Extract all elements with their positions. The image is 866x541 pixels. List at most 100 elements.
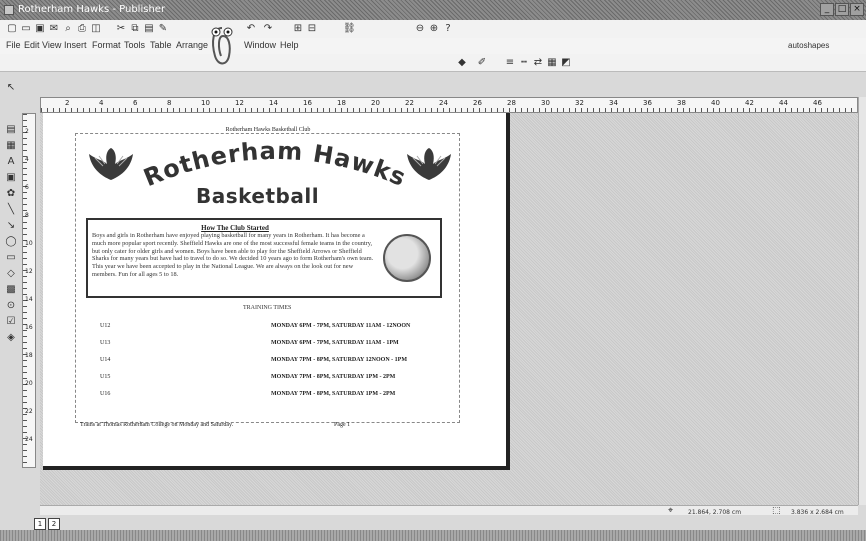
training-group: U12 bbox=[100, 323, 111, 329]
horizontal-ruler[interactable]: 2 4 6 8 10 12 14 16 18 20 22 24 26 28 30… bbox=[40, 97, 858, 113]
ruler-mark: 4 bbox=[25, 156, 29, 163]
page-tab-1[interactable]: 1 bbox=[34, 518, 46, 530]
ruler-mark: 2 bbox=[65, 99, 70, 107]
table-frame-icon[interactable]: ▦ bbox=[5, 140, 17, 152]
ruler-mark: 30 bbox=[541, 99, 550, 107]
standard-toolbar: ▢ ▭ ▣ ✉ ⌕ ⎙ ◫ ✂ ⧉ ▤ ✎ ↶ ↷ ⊞ ⊟ ⛓ ⊖ ⊕ ? bbox=[0, 20, 866, 38]
position-icon: ⌖ bbox=[668, 506, 674, 516]
pointer-icon[interactable]: ↖ bbox=[5, 82, 17, 94]
help-search-field[interactable]: autoshapes bbox=[788, 41, 858, 53]
training-row[interactable]: U12 MONDAY 6PM - 7PM, SATURDAY 11AM - 12… bbox=[100, 323, 430, 332]
fill-color-icon[interactable]: ◆ bbox=[456, 57, 468, 69]
ruler-mark: 26 bbox=[473, 99, 482, 107]
maximize-button[interactable]: □ bbox=[835, 3, 849, 16]
ruler-mark: 28 bbox=[507, 99, 516, 107]
menu-insert[interactable]: Insert bbox=[64, 40, 87, 50]
shadow-icon[interactable]: ▦ bbox=[546, 57, 558, 69]
search-icon[interactable]: ⌕ bbox=[62, 23, 74, 35]
ruler-mark: 12 bbox=[25, 268, 33, 275]
hyperlink-icon[interactable]: ⛓ bbox=[343, 23, 356, 35]
formatting-toolbar: ◆ ✐ ≡ ┅ ⇄ ▦ ◩ bbox=[0, 54, 866, 72]
zoom-out-icon[interactable]: ⊖ bbox=[414, 23, 426, 35]
cut-icon[interactable]: ✂ bbox=[115, 23, 127, 35]
hot-spot-icon[interactable]: ⊙ bbox=[5, 300, 17, 312]
footer-text[interactable]: Trains at Thomas Rotherham College on Mo… bbox=[80, 422, 233, 428]
basketball-image[interactable] bbox=[383, 234, 431, 282]
line-style-icon[interactable]: ≡ bbox=[504, 57, 516, 69]
html-fragment-icon[interactable]: ◈ bbox=[5, 332, 17, 344]
arrow-icon[interactable]: ↘ bbox=[5, 220, 17, 232]
print-icon[interactable]: ⎙ bbox=[76, 23, 88, 35]
vertical-ruler[interactable]: 2 4 6 8 10 12 14 16 18 20 22 24 bbox=[22, 113, 36, 468]
training-row[interactable]: U15 MONDAY 7PM - 8PM, SATURDAY 1PM - 2PM bbox=[100, 374, 430, 383]
email-icon[interactable]: ✉ bbox=[48, 23, 60, 35]
bring-front-icon[interactable]: ⊞ bbox=[292, 23, 304, 35]
menu-tools[interactable]: Tools bbox=[124, 40, 145, 50]
menu-file[interactable]: File bbox=[6, 40, 21, 50]
clip-art-icon[interactable]: ✿ bbox=[5, 188, 17, 200]
object-position: 21.864, 2.708 cm bbox=[688, 509, 742, 516]
ruler-mark: 10 bbox=[25, 240, 33, 247]
undo-icon[interactable]: ↶ bbox=[245, 23, 257, 35]
training-row[interactable]: U13 MONDAY 6PM - 7PM, SATURDAY 11AM - 1P… bbox=[100, 340, 430, 349]
menu-view[interactable]: View bbox=[42, 40, 61, 50]
training-time: MONDAY 6PM - 7PM, SATURDAY 11AM - 12NOON bbox=[271, 323, 411, 329]
save-icon[interactable]: ▣ bbox=[34, 23, 46, 35]
training-row[interactable]: U16 MONDAY 7PM - 8PM, SATURDAY 1PM - 2PM bbox=[100, 391, 430, 400]
menu-format[interactable]: Format bbox=[92, 40, 121, 50]
ruler-mark: 34 bbox=[609, 99, 618, 107]
redo-icon[interactable]: ↷ bbox=[262, 23, 274, 35]
open-icon[interactable]: ▭ bbox=[20, 23, 32, 35]
page-tab-2[interactable]: 2 bbox=[48, 518, 60, 530]
menu-bar: File Edit View Insert Format Tools Table… bbox=[0, 38, 866, 54]
help-icon[interactable]: ? bbox=[442, 23, 454, 35]
wordart-title[interactable]: Rotherham Hawks bbox=[125, 140, 425, 190]
vertical-scrollbar[interactable] bbox=[858, 97, 866, 505]
menu-table[interactable]: Table bbox=[150, 40, 172, 50]
training-time: MONDAY 6PM - 7PM, SATURDAY 11AM - 1PM bbox=[271, 340, 399, 346]
ruler-mark: 16 bbox=[303, 99, 312, 107]
minimize-button[interactable]: _ bbox=[820, 3, 834, 16]
menu-window[interactable]: Window bbox=[244, 40, 276, 50]
picture-frame-icon[interactable]: ▣ bbox=[5, 172, 17, 184]
dash-style-icon[interactable]: ┅ bbox=[518, 57, 530, 69]
training-heading[interactable]: TRAINING TIMES bbox=[243, 305, 291, 311]
line-color-icon[interactable]: ✐ bbox=[476, 57, 488, 69]
training-time: MONDAY 7PM - 8PM, SATURDAY 1PM - 2PM bbox=[271, 391, 396, 397]
menu-edit[interactable]: Edit bbox=[24, 40, 40, 50]
hawk-wings-icon[interactable] bbox=[405, 146, 453, 186]
ruler-mark: 22 bbox=[25, 408, 33, 415]
app-icon bbox=[4, 5, 14, 15]
copy-icon[interactable]: ⧉ bbox=[129, 23, 141, 35]
form-control-icon[interactable]: ☑ bbox=[5, 316, 17, 328]
preview-icon[interactable]: ◫ bbox=[90, 23, 102, 35]
ruler-mark: 2 bbox=[25, 128, 29, 135]
new-icon[interactable]: ▢ bbox=[6, 23, 18, 35]
rectangle-icon[interactable]: ▭ bbox=[5, 252, 17, 264]
ruler-mark: 24 bbox=[439, 99, 448, 107]
ruler-mark: 44 bbox=[779, 99, 788, 107]
hawk-wings-icon[interactable] bbox=[87, 146, 135, 186]
zoom-in-icon[interactable]: ⊕ bbox=[428, 23, 440, 35]
text-box-icon[interactable]: ▤ bbox=[5, 124, 17, 136]
training-group: U14 bbox=[100, 357, 111, 363]
format-painter-icon[interactable]: ✎ bbox=[157, 23, 169, 35]
training-row[interactable]: U14 MONDAY 7PM - 8PM, SATURDAY 12NOON - … bbox=[100, 357, 430, 366]
menu-help[interactable]: Help bbox=[280, 40, 299, 50]
oval-icon[interactable]: ◯ bbox=[5, 236, 17, 248]
send-back-icon[interactable]: ⊟ bbox=[306, 23, 318, 35]
line-icon[interactable]: ╲ bbox=[5, 204, 17, 216]
office-assistant-icon[interactable] bbox=[203, 22, 241, 72]
autoshapes-icon[interactable]: ◇ bbox=[5, 268, 17, 280]
design-gallery-icon[interactable]: ▩ bbox=[5, 284, 17, 296]
ruler-mark: 14 bbox=[25, 296, 33, 303]
footer-page-number[interactable]: Page 1 bbox=[334, 422, 350, 428]
close-button[interactable]: × bbox=[850, 3, 864, 16]
3d-style-icon[interactable]: ◩ bbox=[560, 57, 572, 69]
ruler-mark: 38 bbox=[677, 99, 686, 107]
story-text-box[interactable]: How The Club Started Boys and girls in R… bbox=[86, 218, 442, 298]
paste-icon[interactable]: ▤ bbox=[143, 23, 155, 35]
arrow-style-icon[interactable]: ⇄ bbox=[532, 57, 544, 69]
wordart-subtitle[interactable]: Basketball bbox=[196, 184, 319, 208]
wordart-icon[interactable]: A bbox=[5, 156, 17, 168]
